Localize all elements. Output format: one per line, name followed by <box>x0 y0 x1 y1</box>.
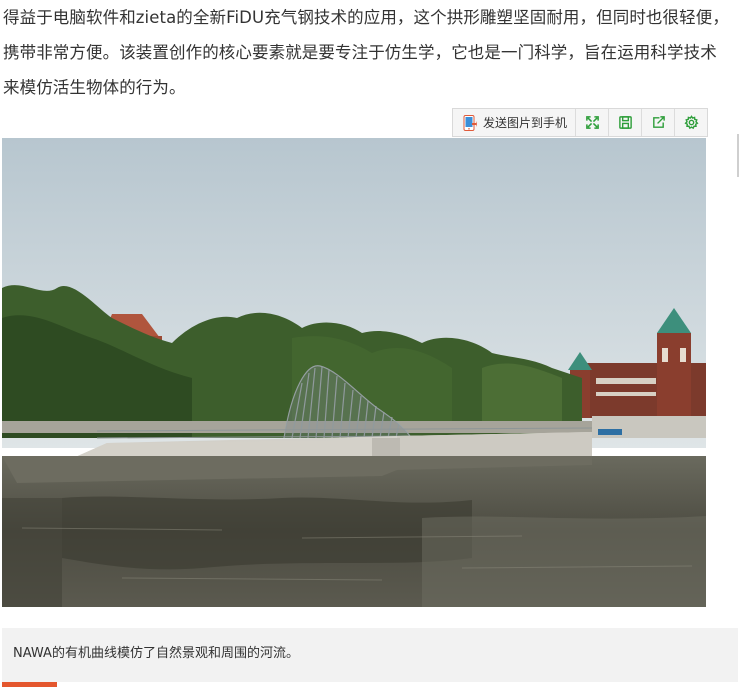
share-icon <box>652 116 665 128</box>
paragraph-line-1: 得益于电脑软件和zieta的全新FiDU充气钢技术的应用，这个拱形雕塑坚固耐用，… <box>3 8 729 27</box>
fullscreen-button[interactable] <box>576 109 610 136</box>
article-paragraph: 得益于电脑软件和zieta的全新FiDU充气钢技术的应用，这个拱形雕塑坚固耐用，… <box>3 0 738 105</box>
paragraph-line-2: 携带非常方便。该装置创作的核心要素就是要专注于仿生学，它也是一门科学，旨在运用科… <box>3 43 717 62</box>
image-caption: NAWA的有机曲线模仿了自然景观和周围的河流。 <box>2 628 738 682</box>
send-to-phone-label: 发送图片到手机 <box>483 116 568 130</box>
sculpture-river-image <box>2 138 706 607</box>
scrollbar-track[interactable] <box>737 134 739 177</box>
share-button[interactable] <box>642 109 676 136</box>
fullscreen-icon <box>585 116 599 129</box>
settings-button[interactable] <box>675 109 707 136</box>
settings-icon <box>684 115 699 130</box>
save-icon <box>618 116 632 129</box>
save-button[interactable] <box>609 109 643 136</box>
paragraph-line-3: 来模仿活生物体的行为。 <box>3 78 186 97</box>
caption-accent-bar <box>2 682 57 687</box>
article-photo <box>2 138 706 607</box>
phone-icon <box>463 114 477 131</box>
article-page: 得益于电脑软件和zieta的全新FiDU充气钢技术的应用，这个拱形雕塑坚固耐用，… <box>0 0 741 687</box>
send-to-phone-button[interactable]: 发送图片到手机 <box>453 109 577 136</box>
image-toolbar: 发送图片到手机 <box>452 108 709 137</box>
